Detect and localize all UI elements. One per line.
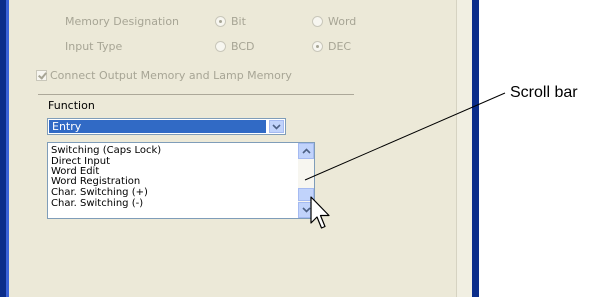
- scroll-bar-callout-label: Scroll bar: [510, 84, 578, 101]
- callout-leader-line: [304, 92, 506, 181]
